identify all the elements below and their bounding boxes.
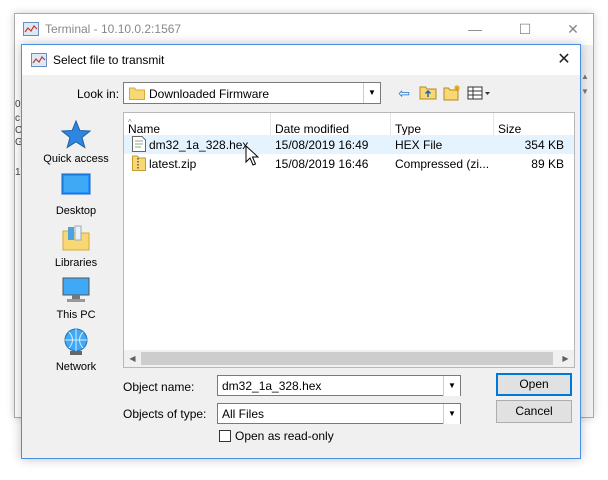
place-quick-access[interactable]: Quick access <box>30 119 122 165</box>
terminal-app-icon <box>23 22 39 36</box>
star-icon <box>60 119 92 149</box>
mouse-pointer-icon <box>245 145 259 166</box>
objects-type-label: Objects of type: <box>123 407 207 421</box>
place-this-pc[interactable]: This PC <box>30 275 122 321</box>
places-bar: Quick access Desktop Libraries This PC N… <box>30 115 122 373</box>
column-header-name[interactable]: ^ Name <box>124 113 271 137</box>
terminal-title: Terminal - 10.10.0.2:1567 <box>45 22 182 36</box>
place-label: Libraries <box>54 257 98 269</box>
file-date: 15/08/2019 16:49 <box>275 138 369 152</box>
column-header-label: Name <box>128 122 161 136</box>
object-name-input[interactable]: dm32_1a_328.hex ▼ <box>217 375 461 396</box>
chevron-down-icon[interactable]: ▼ <box>363 83 380 103</box>
new-folder-icon[interactable] <box>442 83 462 103</box>
dialog-titlebar: Select file to transmit ✕ <box>22 45 580 75</box>
table-row[interactable]: dm32_1a_328.hex 15/08/2019 16:49 HEX Fil… <box>124 135 574 154</box>
computer-icon <box>62 277 90 302</box>
file-type: Compressed (zi... <box>395 157 490 171</box>
place-label: This PC <box>56 309 96 321</box>
column-header-label: Date modified <box>275 122 350 136</box>
look-in-combo[interactable]: Downloaded Firmware ▼ <box>123 82 381 104</box>
file-name: latest.zip <box>149 157 197 171</box>
file-type: HEX File <box>395 138 443 152</box>
place-libraries[interactable]: Libraries <box>30 223 122 269</box>
objects-type-select[interactable]: All Files ▼ <box>217 403 461 424</box>
column-header-type[interactable]: Type <box>391 113 494 137</box>
terminal-text-fragment: c <box>15 113 20 124</box>
scrollbar-thumb[interactable] <box>141 352 553 365</box>
terminal-close-button[interactable]: ✕ <box>563 20 583 38</box>
desktop-icon <box>61 173 91 195</box>
read-only-checkbox[interactable] <box>219 430 231 442</box>
terminal-text-fragment: 1 <box>15 167 21 178</box>
back-arrow-icon[interactable]: ⇦ <box>394 83 414 103</box>
object-name-value: dm32_1a_328.hex <box>222 379 322 393</box>
view-menu-icon[interactable] <box>466 83 492 103</box>
read-only-label: Open as read-only <box>235 429 334 443</box>
place-network[interactable]: Network <box>30 327 122 373</box>
chevron-down-icon[interactable]: ▼ <box>443 376 460 396</box>
zip-file-icon <box>132 155 146 171</box>
dialog-title: Select file to transmit <box>53 53 165 67</box>
file-size: 354 KB <box>524 138 564 152</box>
dialog-app-icon <box>31 53 47 67</box>
libraries-icon <box>62 225 90 251</box>
column-header-label: Size <box>498 122 522 136</box>
terminal-text-fragment: 0 <box>15 99 21 110</box>
table-row[interactable]: latest.zip 15/08/2019 16:46 Compressed (… <box>124 154 574 173</box>
horizontal-scrollbar[interactable]: ◀ ▶ <box>124 350 574 367</box>
place-label: Desktop <box>55 205 97 217</box>
dialog-close-button[interactable]: ✕ <box>554 50 574 70</box>
chevron-down-icon[interactable]: ▼ <box>443 404 460 424</box>
folder-icon <box>129 87 145 100</box>
file-name: dm32_1a_328.hex <box>149 138 249 152</box>
file-size: 89 KB <box>531 157 564 171</box>
object-name-label: Object name: <box>123 380 195 394</box>
place-label: Network <box>55 361 97 373</box>
column-header-size[interactable]: Size <box>494 113 574 137</box>
text-file-icon <box>132 136 146 152</box>
select-file-dialog: Select file to transmit ✕ Look in: Downl… <box>21 44 581 459</box>
minimize-button[interactable]: — <box>465 20 485 38</box>
network-icon <box>64 328 88 355</box>
maximize-button[interactable]: ☐ <box>515 20 535 38</box>
terminal-titlebar: Terminal - 10.10.0.2:1567 — ☐ ✕ <box>15 14 593 45</box>
scroll-left-icon[interactable]: ◀ <box>124 350 141 367</box>
cancel-button[interactable]: Cancel <box>496 400 572 423</box>
look-in-label: Look in: <box>77 87 120 101</box>
objects-type-value: All Files <box>222 407 265 421</box>
place-desktop[interactable]: Desktop <box>30 171 122 217</box>
look-in-value: Downloaded Firmware <box>149 87 270 101</box>
column-header-label: Type <box>395 122 422 136</box>
up-folder-icon[interactable] <box>418 83 438 103</box>
column-header-date[interactable]: Date modified <box>271 113 391 137</box>
open-button[interactable]: Open <box>496 373 572 396</box>
scroll-right-icon[interactable]: ▶ <box>557 350 574 367</box>
file-date: 15/08/2019 16:46 <box>275 157 369 171</box>
place-label: Quick access <box>43 153 109 165</box>
